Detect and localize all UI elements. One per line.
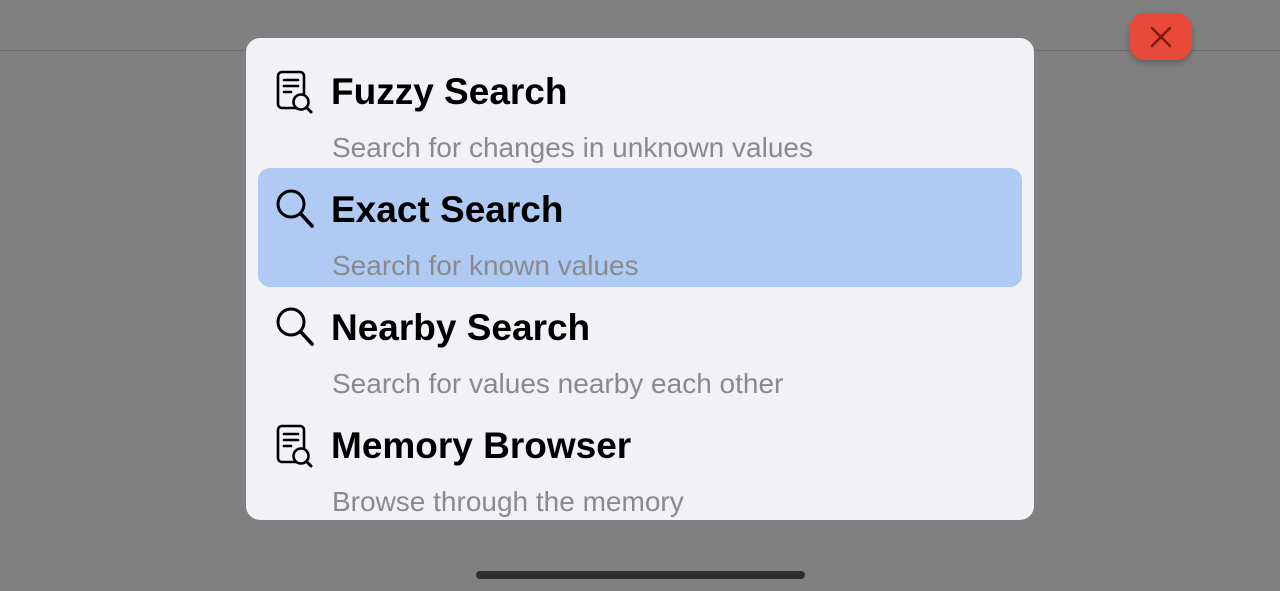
menu-item-nearby-search[interactable]: Nearby Search Search for values nearby e… bbox=[258, 286, 1022, 405]
close-icon bbox=[1150, 26, 1171, 47]
document-search-icon bbox=[274, 422, 316, 468]
document-search-icon bbox=[274, 68, 316, 114]
menu-item-fuzzy-search[interactable]: Fuzzy Search Search for changes in unkno… bbox=[258, 50, 1022, 169]
magnifier-icon bbox=[274, 186, 316, 232]
menu-item-subtitle: Search for changes in unknown values bbox=[332, 132, 813, 163]
menu-item-title: Fuzzy Search bbox=[331, 71, 568, 112]
menu-item-title: Exact Search bbox=[331, 189, 564, 230]
close-button[interactable] bbox=[1129, 13, 1192, 60]
magnifier-icon bbox=[274, 304, 316, 350]
search-mode-menu: Fuzzy Search Search for changes in unkno… bbox=[246, 38, 1034, 520]
menu-item-memory-browser[interactable]: Memory Browser Browse through the memory bbox=[258, 404, 1022, 520]
menu-item-title: Memory Browser bbox=[331, 425, 632, 466]
screen: Fuzzy Search Search for changes in unkno… bbox=[0, 0, 1280, 591]
menu-item-subtitle: Browse through the memory bbox=[332, 486, 684, 517]
menu-item-subtitle: Search for values nearby each other bbox=[332, 368, 784, 399]
menu-item-title: Nearby Search bbox=[331, 307, 591, 348]
menu-item-subtitle: Search for known values bbox=[332, 250, 639, 281]
home-indicator[interactable] bbox=[476, 571, 805, 579]
menu-item-exact-search[interactable]: Exact Search Search for known values bbox=[258, 168, 1022, 287]
